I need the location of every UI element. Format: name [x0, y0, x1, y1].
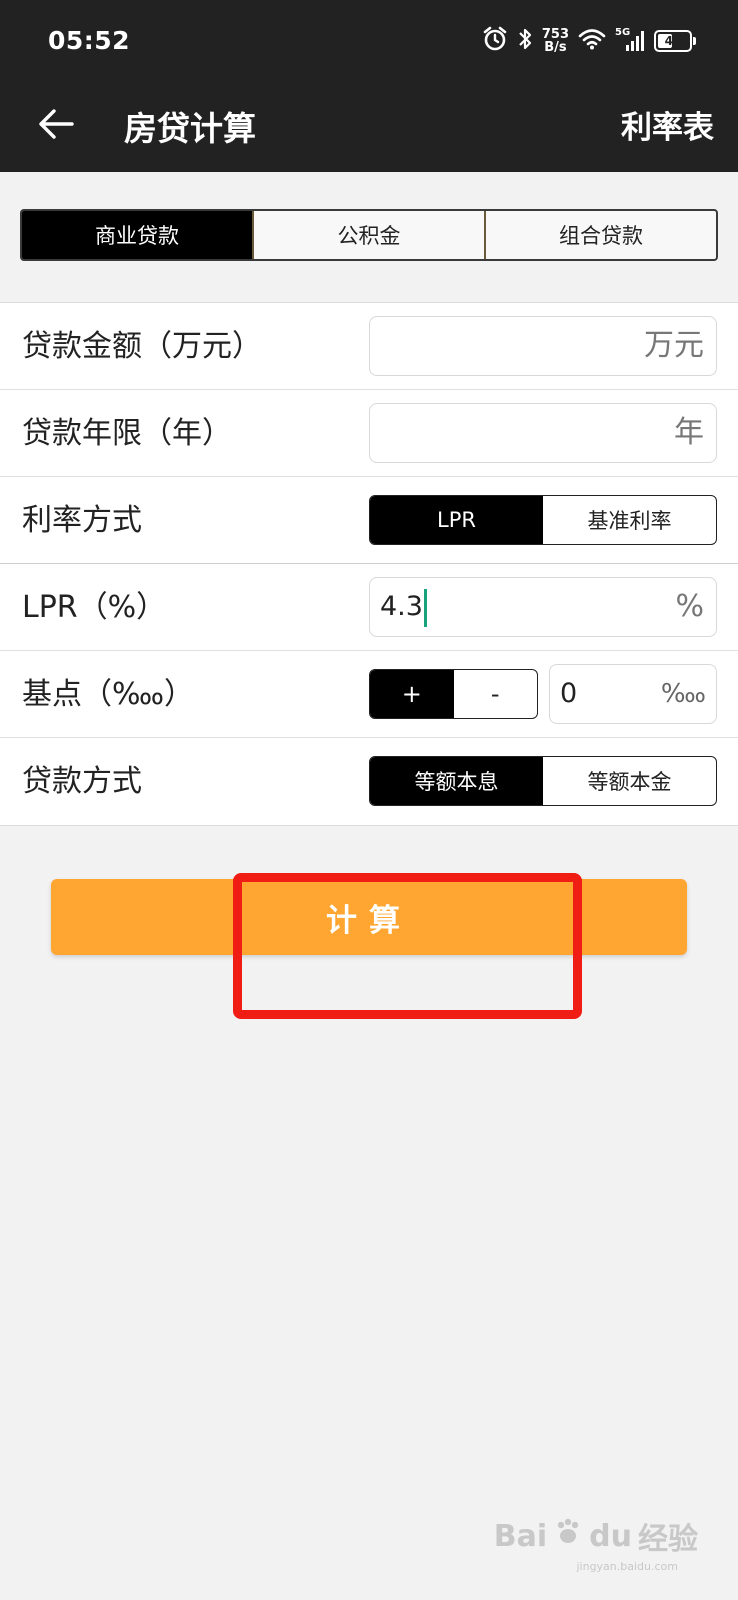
term-label: 贷款年限（年） [22, 416, 232, 451]
watermark-sub: jingyan.baidu.com [576, 1560, 678, 1573]
repay-mode-row: 贷款方式 等额本息 等额本金 [0, 738, 738, 825]
baidu-jingyan-watermark: Bai du 经验 jingyan.baidu.com [493, 1514, 698, 1574]
lpr-label: LPR（%） [22, 590, 167, 625]
loan-form: 贷款金额（万元） 万元 贷款年限（年） 年 利率方式 LPR 基准利率 LPR（… [0, 302, 738, 826]
tab-provident-fund[interactable]: 公积金 [252, 211, 484, 259]
basis-points-minus-button[interactable]: - [454, 670, 538, 718]
lpr-value: 4.3 [380, 591, 423, 622]
arrow-left-icon [36, 104, 76, 148]
wifi-icon [578, 28, 606, 54]
battery-icon: 42 [654, 30, 696, 52]
term-suffix: 年 [674, 415, 704, 450]
lpr-row: LPR（%） 4.3 % [0, 564, 738, 651]
basis-points-label: 基点（‱） [22, 677, 195, 712]
bluetooth-icon [517, 26, 533, 56]
watermark-brand-2: du [589, 1518, 632, 1554]
rate-mode-row: 利率方式 LPR 基准利率 [0, 477, 738, 564]
rate-mode-lpr-option[interactable]: LPR [370, 496, 543, 544]
term-input[interactable]: 年 [369, 403, 717, 463]
back-button[interactable] [30, 100, 82, 152]
repay-equal-principal-option[interactable]: 等额本金 [543, 757, 716, 805]
tab-commercial-loan[interactable]: 商业贷款 [22, 211, 252, 259]
rate-mode-label: 利率方式 [22, 503, 142, 538]
rate-mode-benchmark-option[interactable]: 基准利率 [543, 496, 716, 544]
amount-row: 贷款金额（万元） 万元 [0, 303, 738, 390]
repay-mode-label: 贷款方式 [22, 764, 142, 799]
amount-input[interactable]: 万元 [369, 316, 717, 376]
basis-points-input[interactable]: 0 ‱ [549, 664, 717, 724]
status-icons: 753 B/s 5G 42 [482, 24, 696, 58]
loan-type-tabs: 商业贷款 公积金 组合贷款 [20, 209, 718, 261]
net-speed-unit: B/s [544, 40, 567, 55]
repay-mode-toggle: 等额本息 等额本金 [369, 756, 717, 806]
lpr-value-wrap: 4.3 [380, 578, 427, 636]
amount-suffix: 万元 [644, 328, 704, 363]
battery-level: 42 [664, 34, 682, 48]
basis-points-row: 基点（‱） + - 0 ‱ [0, 651, 738, 738]
paw-icon [553, 1517, 583, 1555]
app-bar: 房贷计算 利率表 [0, 80, 738, 172]
lpr-suffix: % [675, 589, 704, 624]
text-cursor [423, 588, 427, 627]
amount-label: 贷款金额（万元） [22, 329, 262, 364]
alarm-icon [482, 26, 508, 56]
watermark-brand: Bai [493, 1518, 548, 1554]
term-row: 贷款年限（年） 年 [0, 390, 738, 477]
status-bar: 05:52 753 B/s 5G 42 [0, 0, 738, 80]
repay-equal-installment-option[interactable]: 等额本息 [370, 757, 543, 805]
tab-combined-loan[interactable]: 组合贷款 [484, 211, 716, 259]
annotation-highlight-box [233, 873, 582, 1019]
cellular-signal-icon: 5G [615, 27, 645, 53]
status-time: 05:52 [48, 26, 131, 55]
page-title: 房贷计算 [124, 109, 256, 148]
basis-points-value: 0 [560, 678, 578, 709]
basis-points-suffix: ‱ [660, 679, 706, 709]
net-speed: 753 B/s [542, 28, 569, 54]
lpr-input[interactable]: 4.3 % [369, 577, 717, 637]
rate-mode-toggle: LPR 基准利率 [369, 495, 717, 545]
basis-points-stepper: + - [369, 669, 538, 719]
rate-table-button[interactable]: 利率表 [621, 102, 714, 147]
basis-points-plus-button[interactable]: + [370, 670, 454, 718]
watermark-text: 经验 [638, 1522, 698, 1557]
